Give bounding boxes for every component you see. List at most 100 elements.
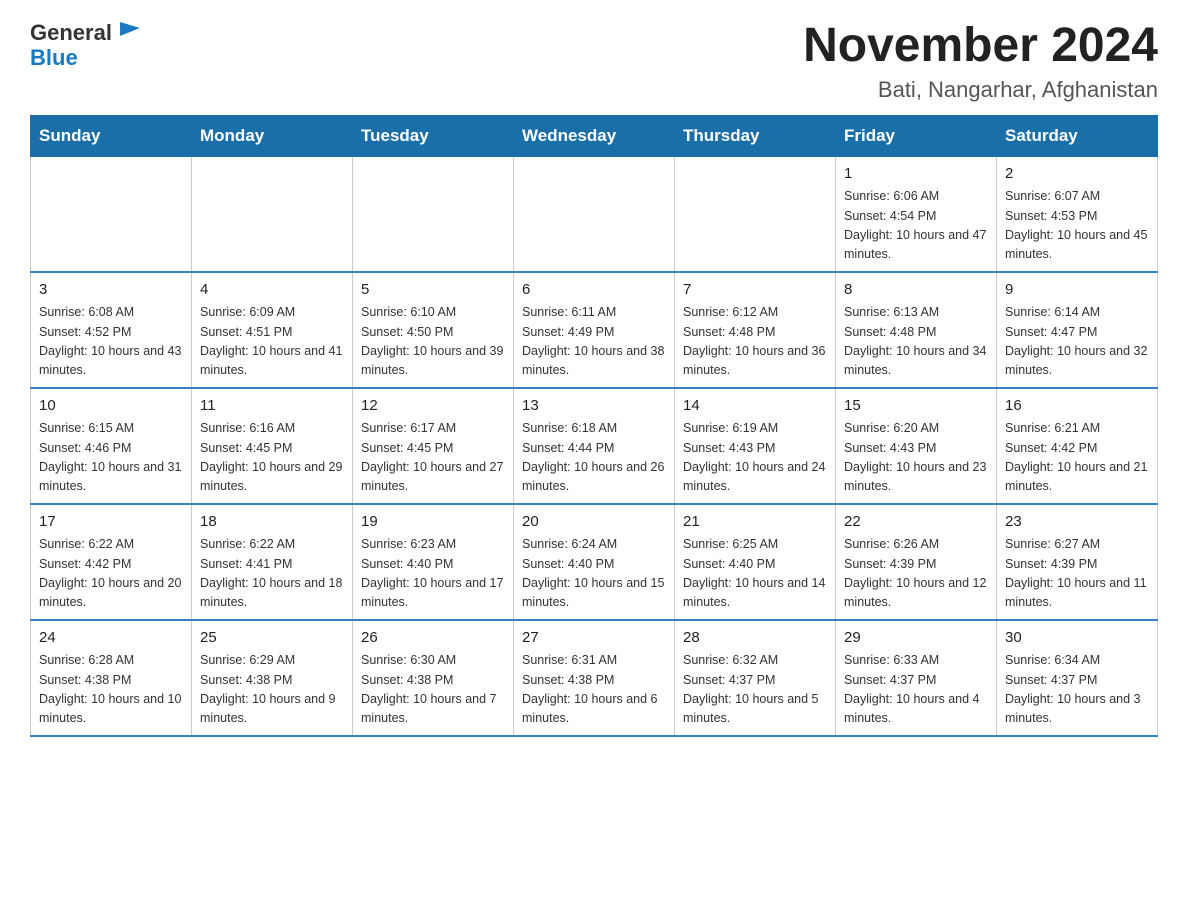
calendar-cell xyxy=(192,156,353,272)
calendar-cell: 8Sunrise: 6:13 AM Sunset: 4:48 PM Daylig… xyxy=(836,272,997,388)
logo: General Blue xyxy=(30,20,144,70)
day-number: 17 xyxy=(39,511,183,534)
day-number: 13 xyxy=(522,395,666,418)
day-info: Sunrise: 6:10 AM Sunset: 4:50 PM Dayligh… xyxy=(361,303,505,381)
title-block: November 2024 Bati, Nangarhar, Afghanist… xyxy=(803,20,1158,103)
day-number: 7 xyxy=(683,279,827,302)
calendar-cell: 19Sunrise: 6:23 AM Sunset: 4:40 PM Dayli… xyxy=(353,504,514,620)
day-number: 10 xyxy=(39,395,183,418)
day-info: Sunrise: 6:34 AM Sunset: 4:37 PM Dayligh… xyxy=(1005,651,1149,729)
calendar-cell: 3Sunrise: 6:08 AM Sunset: 4:52 PM Daylig… xyxy=(31,272,192,388)
day-info: Sunrise: 6:12 AM Sunset: 4:48 PM Dayligh… xyxy=(683,303,827,381)
day-number: 20 xyxy=(522,511,666,534)
calendar-cell xyxy=(675,156,836,272)
week-row-3: 10Sunrise: 6:15 AM Sunset: 4:46 PM Dayli… xyxy=(31,388,1158,504)
day-number: 21 xyxy=(683,511,827,534)
day-info: Sunrise: 6:20 AM Sunset: 4:43 PM Dayligh… xyxy=(844,419,988,497)
day-number: 26 xyxy=(361,627,505,650)
day-info: Sunrise: 6:26 AM Sunset: 4:39 PM Dayligh… xyxy=(844,535,988,613)
day-info: Sunrise: 6:14 AM Sunset: 4:47 PM Dayligh… xyxy=(1005,303,1149,381)
day-info: Sunrise: 6:23 AM Sunset: 4:40 PM Dayligh… xyxy=(361,535,505,613)
day-number: 4 xyxy=(200,279,344,302)
logo-blue-text: Blue xyxy=(30,45,78,70)
day-number: 15 xyxy=(844,395,988,418)
calendar-cell: 11Sunrise: 6:16 AM Sunset: 4:45 PM Dayli… xyxy=(192,388,353,504)
calendar-cell: 12Sunrise: 6:17 AM Sunset: 4:45 PM Dayli… xyxy=(353,388,514,504)
weekday-header-saturday: Saturday xyxy=(997,115,1158,156)
day-info: Sunrise: 6:32 AM Sunset: 4:37 PM Dayligh… xyxy=(683,651,827,729)
day-info: Sunrise: 6:25 AM Sunset: 4:40 PM Dayligh… xyxy=(683,535,827,613)
day-info: Sunrise: 6:28 AM Sunset: 4:38 PM Dayligh… xyxy=(39,651,183,729)
day-info: Sunrise: 6:22 AM Sunset: 4:41 PM Dayligh… xyxy=(200,535,344,613)
calendar-cell: 15Sunrise: 6:20 AM Sunset: 4:43 PM Dayli… xyxy=(836,388,997,504)
day-number: 9 xyxy=(1005,279,1149,302)
weekday-header-wednesday: Wednesday xyxy=(514,115,675,156)
calendar-cell: 1Sunrise: 6:06 AM Sunset: 4:54 PM Daylig… xyxy=(836,156,997,272)
calendar-cell: 6Sunrise: 6:11 AM Sunset: 4:49 PM Daylig… xyxy=(514,272,675,388)
weekday-header-friday: Friday xyxy=(836,115,997,156)
day-number: 24 xyxy=(39,627,183,650)
weekday-header-monday: Monday xyxy=(192,115,353,156)
day-number: 18 xyxy=(200,511,344,534)
day-info: Sunrise: 6:09 AM Sunset: 4:51 PM Dayligh… xyxy=(200,303,344,381)
day-number: 23 xyxy=(1005,511,1149,534)
day-number: 8 xyxy=(844,279,988,302)
day-number: 5 xyxy=(361,279,505,302)
calendar-cell: 18Sunrise: 6:22 AM Sunset: 4:41 PM Dayli… xyxy=(192,504,353,620)
logo-flag-icon xyxy=(116,18,144,46)
page-header: General Blue November 2024 Bati, Nangarh… xyxy=(30,20,1158,103)
weekday-header-sunday: Sunday xyxy=(31,115,192,156)
calendar-subtitle: Bati, Nangarhar, Afghanistan xyxy=(803,77,1158,103)
day-info: Sunrise: 6:08 AM Sunset: 4:52 PM Dayligh… xyxy=(39,303,183,381)
day-number: 29 xyxy=(844,627,988,650)
weekday-header-row: SundayMondayTuesdayWednesdayThursdayFrid… xyxy=(31,115,1158,156)
calendar-cell xyxy=(514,156,675,272)
day-info: Sunrise: 6:30 AM Sunset: 4:38 PM Dayligh… xyxy=(361,651,505,729)
day-number: 16 xyxy=(1005,395,1149,418)
day-info: Sunrise: 6:19 AM Sunset: 4:43 PM Dayligh… xyxy=(683,419,827,497)
calendar-cell: 16Sunrise: 6:21 AM Sunset: 4:42 PM Dayli… xyxy=(997,388,1158,504)
calendar-cell: 5Sunrise: 6:10 AM Sunset: 4:50 PM Daylig… xyxy=(353,272,514,388)
calendar-cell xyxy=(353,156,514,272)
calendar-cell: 10Sunrise: 6:15 AM Sunset: 4:46 PM Dayli… xyxy=(31,388,192,504)
day-number: 1 xyxy=(844,163,988,186)
day-number: 14 xyxy=(683,395,827,418)
day-number: 25 xyxy=(200,627,344,650)
weekday-header-thursday: Thursday xyxy=(675,115,836,156)
day-number: 30 xyxy=(1005,627,1149,650)
day-info: Sunrise: 6:17 AM Sunset: 4:45 PM Dayligh… xyxy=(361,419,505,497)
day-number: 22 xyxy=(844,511,988,534)
day-number: 2 xyxy=(1005,163,1149,186)
calendar-cell: 25Sunrise: 6:29 AM Sunset: 4:38 PM Dayli… xyxy=(192,620,353,736)
calendar-cell: 26Sunrise: 6:30 AM Sunset: 4:38 PM Dayli… xyxy=(353,620,514,736)
day-info: Sunrise: 6:16 AM Sunset: 4:45 PM Dayligh… xyxy=(200,419,344,497)
calendar-cell: 7Sunrise: 6:12 AM Sunset: 4:48 PM Daylig… xyxy=(675,272,836,388)
day-info: Sunrise: 6:33 AM Sunset: 4:37 PM Dayligh… xyxy=(844,651,988,729)
calendar-cell: 27Sunrise: 6:31 AM Sunset: 4:38 PM Dayli… xyxy=(514,620,675,736)
day-info: Sunrise: 6:21 AM Sunset: 4:42 PM Dayligh… xyxy=(1005,419,1149,497)
day-number: 3 xyxy=(39,279,183,302)
calendar-cell: 24Sunrise: 6:28 AM Sunset: 4:38 PM Dayli… xyxy=(31,620,192,736)
day-info: Sunrise: 6:27 AM Sunset: 4:39 PM Dayligh… xyxy=(1005,535,1149,613)
calendar-cell: 20Sunrise: 6:24 AM Sunset: 4:40 PM Dayli… xyxy=(514,504,675,620)
day-info: Sunrise: 6:11 AM Sunset: 4:49 PM Dayligh… xyxy=(522,303,666,381)
day-number: 6 xyxy=(522,279,666,302)
calendar-cell: 30Sunrise: 6:34 AM Sunset: 4:37 PM Dayli… xyxy=(997,620,1158,736)
calendar-cell: 23Sunrise: 6:27 AM Sunset: 4:39 PM Dayli… xyxy=(997,504,1158,620)
day-info: Sunrise: 6:15 AM Sunset: 4:46 PM Dayligh… xyxy=(39,419,183,497)
day-info: Sunrise: 6:18 AM Sunset: 4:44 PM Dayligh… xyxy=(522,419,666,497)
calendar-cell: 14Sunrise: 6:19 AM Sunset: 4:43 PM Dayli… xyxy=(675,388,836,504)
day-info: Sunrise: 6:07 AM Sunset: 4:53 PM Dayligh… xyxy=(1005,187,1149,265)
weekday-header-tuesday: Tuesday xyxy=(353,115,514,156)
day-info: Sunrise: 6:31 AM Sunset: 4:38 PM Dayligh… xyxy=(522,651,666,729)
day-info: Sunrise: 6:13 AM Sunset: 4:48 PM Dayligh… xyxy=(844,303,988,381)
week-row-4: 17Sunrise: 6:22 AM Sunset: 4:42 PM Dayli… xyxy=(31,504,1158,620)
logo-general-text: General xyxy=(30,21,112,45)
day-number: 28 xyxy=(683,627,827,650)
day-number: 11 xyxy=(200,395,344,418)
day-number: 19 xyxy=(361,511,505,534)
calendar-cell: 21Sunrise: 6:25 AM Sunset: 4:40 PM Dayli… xyxy=(675,504,836,620)
day-info: Sunrise: 6:06 AM Sunset: 4:54 PM Dayligh… xyxy=(844,187,988,265)
calendar-cell: 4Sunrise: 6:09 AM Sunset: 4:51 PM Daylig… xyxy=(192,272,353,388)
calendar-cell xyxy=(31,156,192,272)
